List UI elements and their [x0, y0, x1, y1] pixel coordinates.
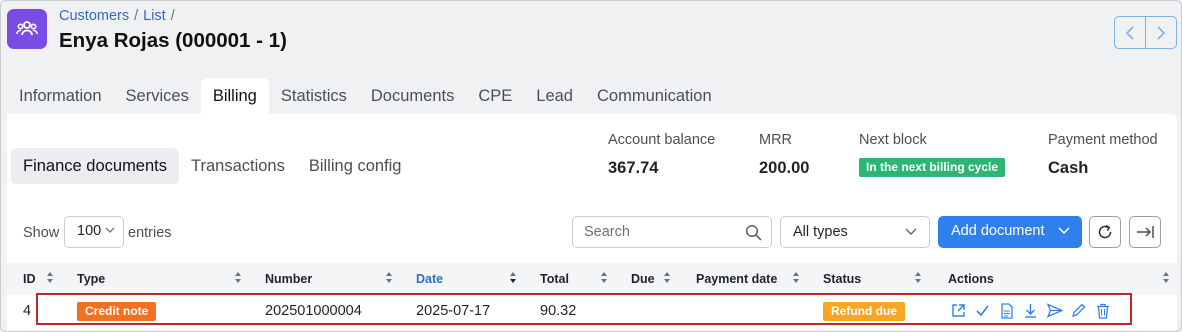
chevron-down-icon	[105, 227, 115, 233]
next-block-badge: In the next billing cycle	[859, 158, 1006, 177]
page-frame: Customers / List / Enya Rojas (000001 - …	[0, 0, 1182, 332]
subtab-finance-documents[interactable]: Finance documents	[11, 148, 179, 184]
subtab-billing-config[interactable]: Billing config	[297, 148, 414, 184]
billing-panel: Finance documents Transactions Billing c…	[7, 114, 1177, 331]
customers-app-icon	[7, 9, 47, 49]
sort-icon	[793, 272, 799, 283]
mrr-value: 200.00	[759, 159, 810, 177]
record-pager	[1114, 16, 1177, 49]
tab-statistics[interactable]: Statistics	[269, 78, 359, 114]
account-balance-label: Account balance	[608, 132, 716, 148]
column-header-type[interactable]: Type	[77, 272, 105, 286]
breadcrumb-separator: /	[134, 8, 139, 24]
sort-icon	[915, 272, 921, 283]
documents-table-header: ID Type Number Date Total Due Payment da…	[7, 263, 1177, 295]
column-header-id[interactable]: ID	[23, 272, 36, 286]
account-balance-value: 367.74	[608, 159, 659, 177]
sort-icon	[47, 272, 53, 283]
entries-label: entries	[128, 225, 172, 241]
refresh-icon	[1098, 224, 1112, 239]
search-field	[572, 216, 772, 248]
tab-billing[interactable]: Billing	[200, 78, 269, 114]
payment-method-value: Cash	[1048, 159, 1089, 177]
sort-icon	[386, 272, 392, 283]
entries-value: 100	[77, 223, 102, 239]
sort-desc-icon	[510, 272, 516, 283]
subtab-transactions[interactable]: Transactions	[179, 148, 297, 184]
tab-information[interactable]: Information	[7, 78, 114, 114]
breadcrumb: Customers / List /	[59, 8, 175, 24]
add-document-label: Add document	[951, 223, 1045, 239]
column-header-actions: Actions	[948, 272, 994, 286]
chevron-left-icon	[1125, 25, 1134, 40]
column-header-payment-date[interactable]: Payment date	[696, 272, 777, 286]
tab-cpe[interactable]: CPE	[466, 78, 524, 114]
previous-record-button[interactable]	[1115, 17, 1145, 48]
document-type-filter[interactable]: All types	[780, 216, 930, 248]
page-title: Enya Rojas (000001 - 1)	[59, 29, 287, 52]
breadcrumb-separator: /	[170, 8, 175, 24]
tab-lead[interactable]: Lead	[524, 78, 585, 114]
next-record-button[interactable]	[1145, 17, 1176, 48]
show-label: Show	[23, 225, 60, 241]
export-button[interactable]	[1129, 216, 1161, 248]
add-document-button[interactable]: Add document	[938, 216, 1082, 248]
column-header-number[interactable]: Number	[265, 272, 312, 286]
mrr-label: MRR	[759, 132, 793, 148]
billing-subtabs: Finance documents Transactions Billing c…	[11, 148, 413, 184]
breadcrumb-list-link[interactable]: List	[143, 8, 166, 24]
sort-icon	[601, 272, 607, 283]
payment-method-label: Payment method	[1048, 132, 1158, 148]
sort-icon	[235, 272, 241, 283]
column-header-total[interactable]: Total	[540, 272, 569, 286]
column-header-due[interactable]: Due	[631, 272, 655, 286]
column-header-status[interactable]: Status	[823, 272, 861, 286]
column-header-date[interactable]: Date	[416, 272, 443, 286]
cell-id: 4	[23, 303, 32, 319]
tab-documents[interactable]: Documents	[359, 78, 466, 114]
refresh-button[interactable]	[1089, 216, 1121, 248]
sort-icon	[664, 272, 670, 283]
users-group-icon	[16, 21, 38, 36]
chevron-down-icon	[1058, 227, 1070, 235]
breadcrumb-customers-link[interactable]: Customers	[59, 8, 129, 24]
row-highlight-frame	[36, 293, 1132, 325]
search-input[interactable]	[584, 224, 734, 240]
search-icon	[745, 224, 762, 241]
tab-services[interactable]: Services	[114, 78, 201, 114]
customer-tabs: Information Services Billing Statistics …	[7, 78, 724, 114]
type-filter-value: All types	[793, 224, 848, 240]
next-block-label: Next block	[859, 132, 927, 148]
arrow-to-right-icon	[1137, 226, 1154, 238]
sort-icon	[1163, 272, 1169, 283]
chevron-down-icon	[905, 228, 917, 235]
chevron-right-icon	[1157, 25, 1166, 40]
tab-communication[interactable]: Communication	[585, 78, 724, 114]
entries-per-page-select[interactable]: 100	[64, 216, 124, 248]
